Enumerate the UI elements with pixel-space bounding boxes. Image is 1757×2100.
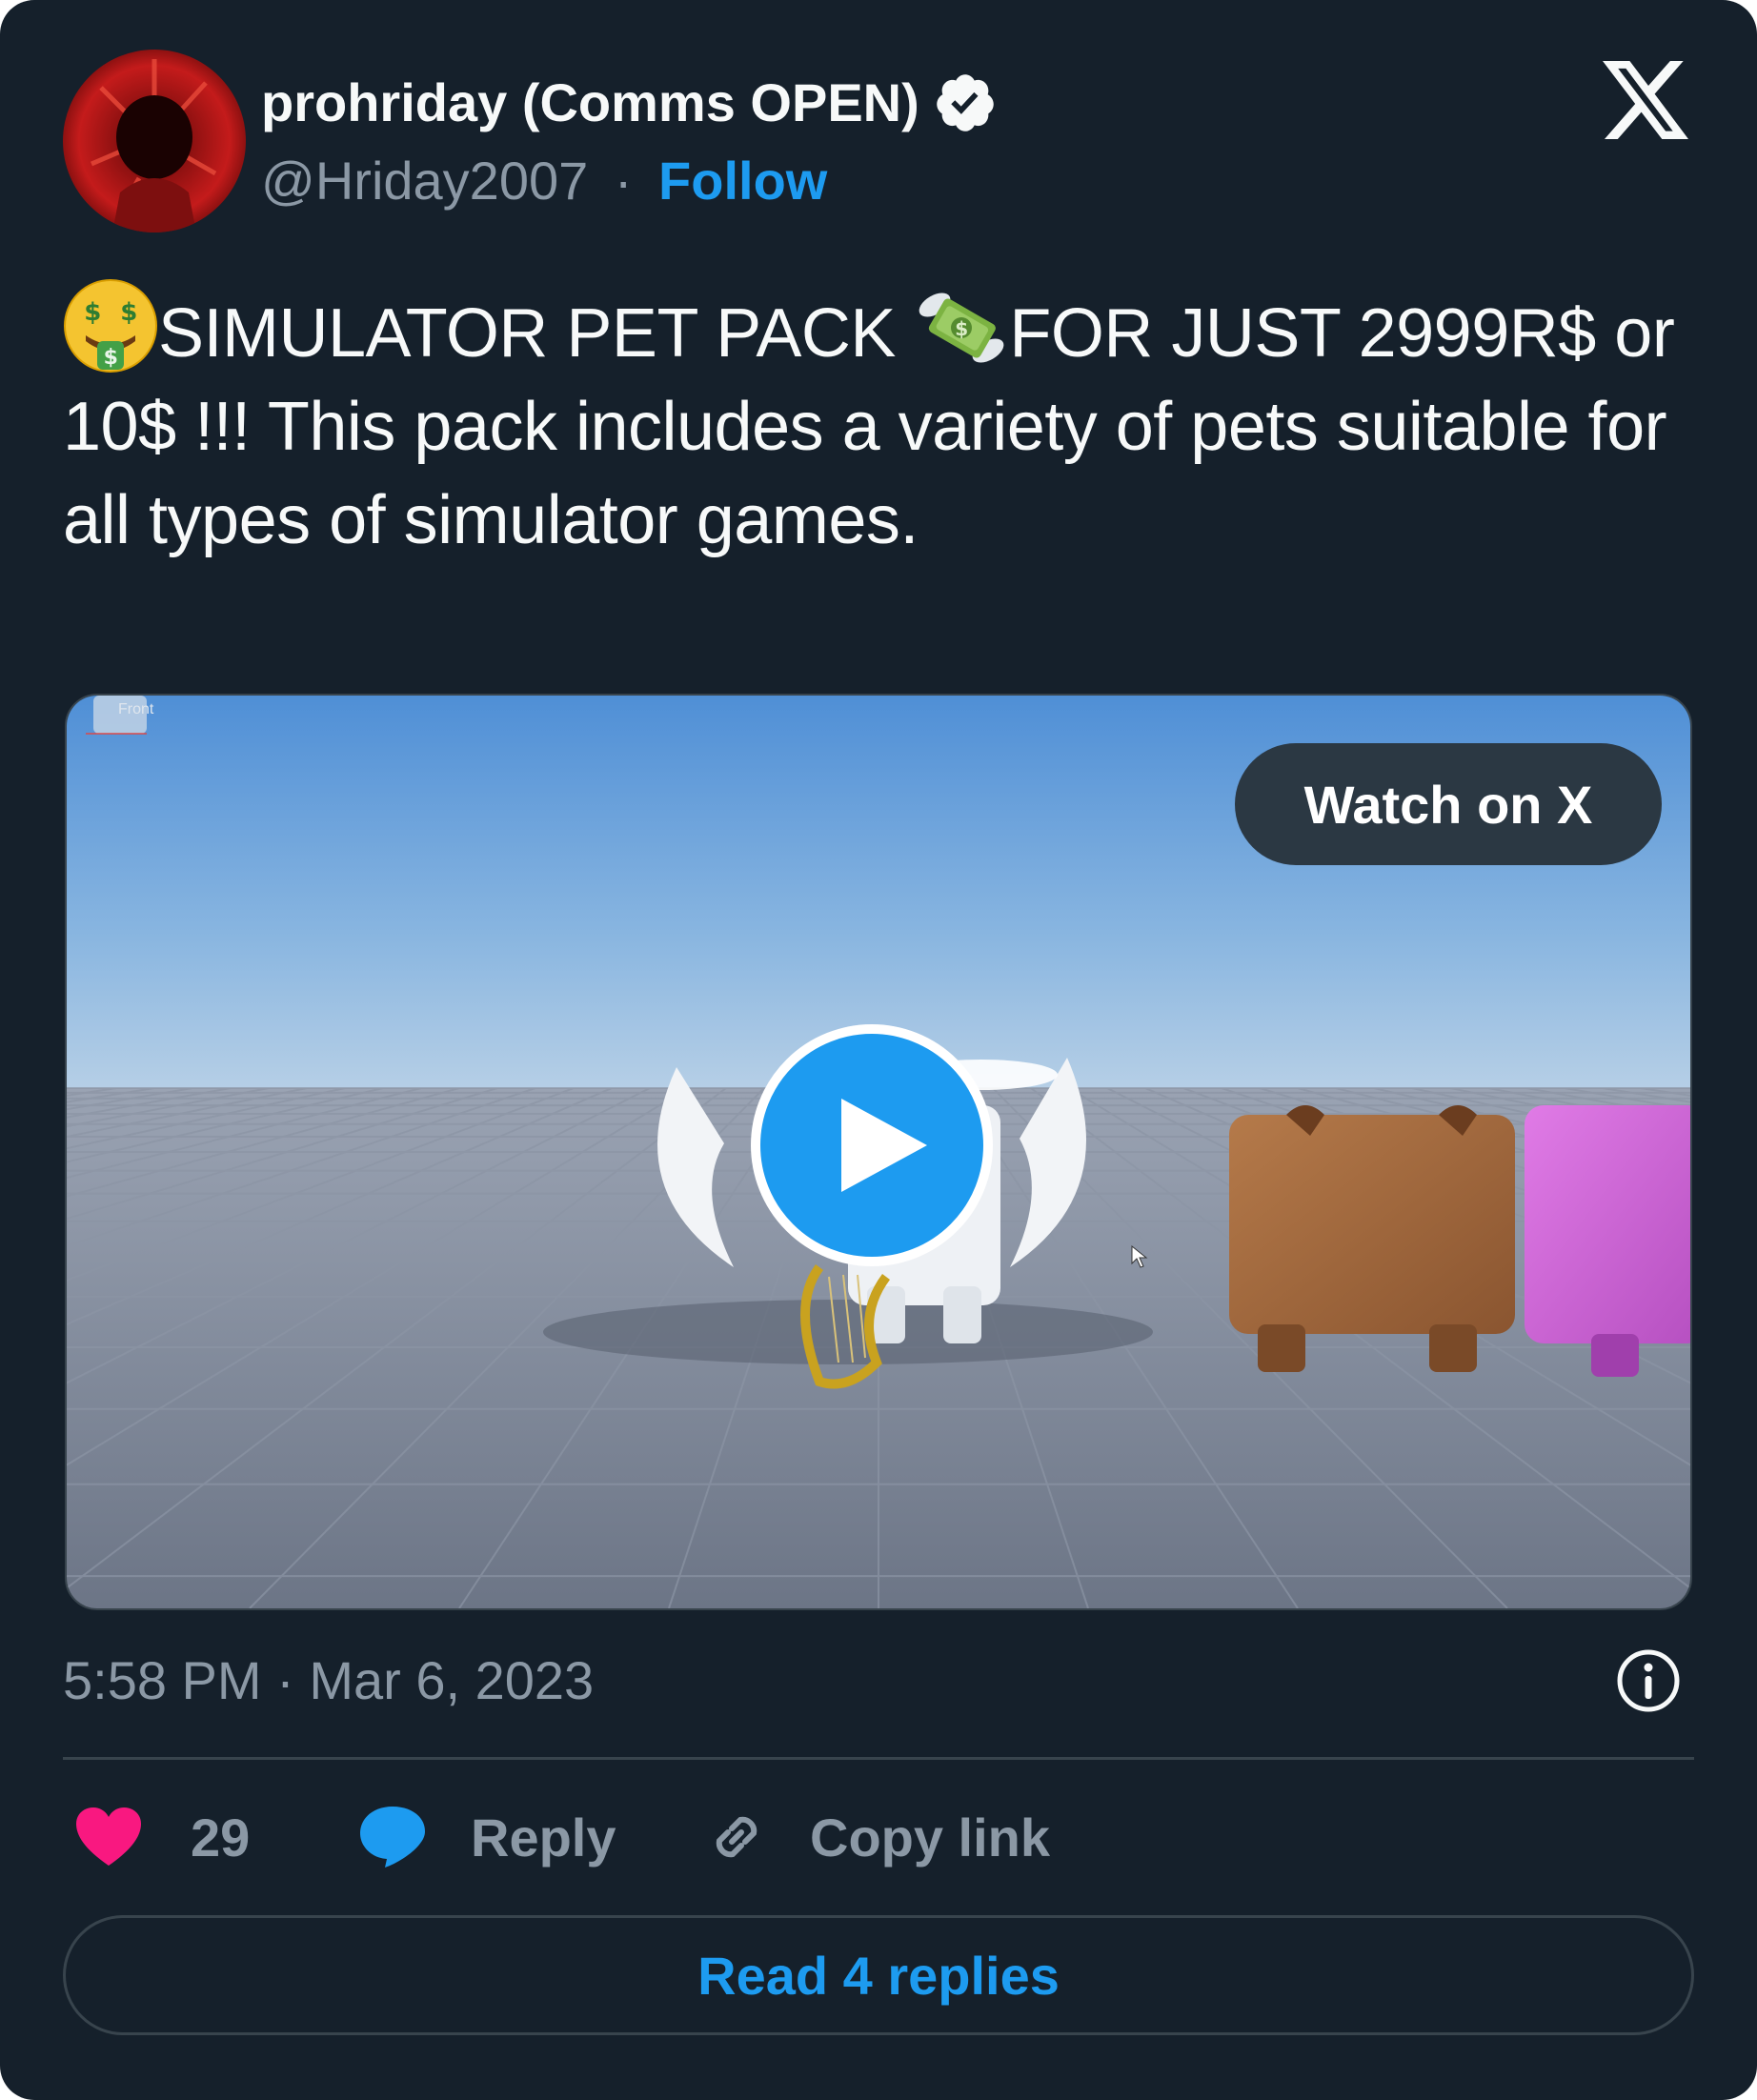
like-button[interactable]: 29 — [74, 1805, 250, 1869]
svg-text:$: $ — [120, 298, 137, 327]
author-name-row[interactable]: prohriday (Comms OPEN) — [261, 71, 998, 135]
x-logo-icon[interactable] — [1603, 61, 1688, 139]
author-handle[interactable]: @Hriday2007 — [261, 151, 588, 211]
tweet-text: $ $ $ SIMULATOR PET PACK $ FOR JUST 2999… — [63, 278, 1702, 567]
author-name[interactable]: prohriday (Comms OPEN) — [261, 71, 919, 135]
heart-icon — [76, 1807, 141, 1866]
like-count: 29 — [191, 1807, 251, 1868]
copy-link-button[interactable]: Copy link — [703, 1805, 1050, 1869]
money-with-wings-icon: $ — [914, 278, 1009, 374]
read-replies-label: Read 4 replies — [697, 1945, 1060, 2006]
watch-on-x-button[interactable]: Watch on X — [1235, 743, 1662, 865]
link-icon — [716, 1816, 757, 1858]
handle-row: @Hriday2007 · Follow — [261, 149, 827, 213]
verified-badge-icon — [933, 71, 998, 135]
separator-dot: · — [614, 151, 633, 211]
money-mouth-face-icon: $ $ $ — [63, 278, 158, 374]
svg-text:$: $ — [956, 317, 968, 340]
read-replies-button[interactable]: Read 4 replies — [63, 1915, 1694, 2035]
tweet-text-segment-1: SIMULATOR PET PACK — [158, 295, 915, 372]
reply-bubble-icon — [360, 1807, 425, 1868]
avatar[interactable] — [63, 50, 246, 232]
video-player[interactable]: Front Watch on X — [65, 694, 1692, 1610]
viewport-label: Front — [118, 701, 154, 717]
embedded-post-card: prohriday (Comms OPEN) @Hriday2007 · Fol… — [0, 0, 1757, 2100]
reply-label: Reply — [471, 1807, 616, 1868]
post-timestamp[interactable]: 5:58 PM · Mar 6, 2023 — [63, 1648, 594, 1713]
reply-button[interactable]: Reply — [358, 1805, 616, 1869]
divider — [63, 1757, 1694, 1760]
svg-text:$: $ — [84, 298, 101, 327]
follow-button[interactable]: Follow — [658, 151, 827, 211]
svg-text:$: $ — [104, 346, 118, 370]
play-icon[interactable] — [751, 1024, 993, 1266]
info-icon[interactable] — [1616, 1648, 1681, 1713]
copy-link-label: Copy link — [810, 1807, 1051, 1868]
